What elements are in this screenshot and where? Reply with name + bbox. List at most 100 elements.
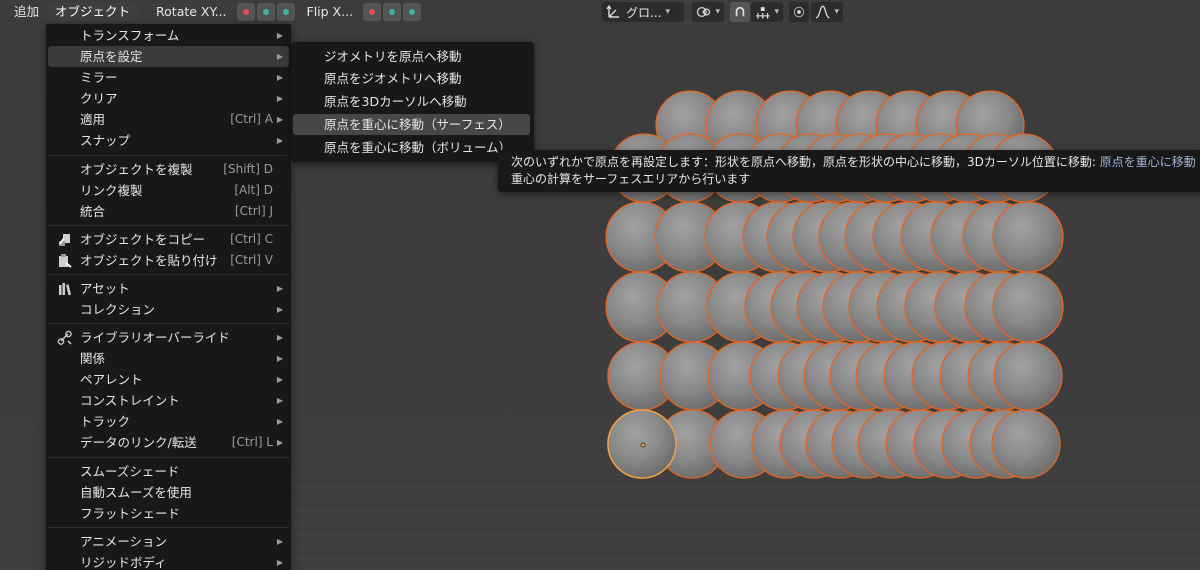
- submenu-arrow-icon: ▶: [276, 417, 283, 426]
- menu-item-mirror[interactable]: ミラー ▶: [48, 67, 289, 88]
- menu-item-rigid-body[interactable]: リジッドボディ ▶: [48, 552, 289, 570]
- menu-item-label: フラットシェード: [80, 506, 181, 521]
- pivot-point-dropdown[interactable]: ▾: [692, 2, 724, 22]
- submenu-item-origin-to-3d-cursor[interactable]: 原点を3Dカーソルへ移動: [293, 91, 530, 112]
- menu-item-label: オブジェクトをコピー: [80, 232, 206, 247]
- shortcut-label: [Ctrl] A: [230, 112, 273, 126]
- menu-separator: [48, 527, 289, 528]
- tooltip-line-1: 次のいずれかで原点を再設定します：形状を原点へ移動，原点を形状の中心に移動，3D…: [511, 154, 1195, 171]
- tooltip-description: 次のいずれかで原点を再設定します：形状を原点へ移動，原点を形状の中心に移動，3D…: [511, 155, 1100, 169]
- submenu-arrow-icon: ▶: [276, 558, 283, 567]
- menu-item-parent[interactable]: ペアレント ▶: [48, 369, 289, 390]
- chevron-down-icon: ▾: [774, 7, 779, 17]
- menu-item-relations[interactable]: 関係 ▶: [48, 348, 289, 369]
- menu-item-label: スナップ: [80, 133, 131, 148]
- snap-target-dropdown[interactable]: ▾: [751, 2, 783, 22]
- submenu-item-label: 原点をジオメトリへ移動: [324, 71, 462, 86]
- menu-item-library-override[interactable]: ライブラリオーバーライド ▶: [48, 327, 289, 348]
- falloff-curve-icon: [815, 5, 830, 19]
- menu-item-label: ペアレント: [80, 372, 143, 387]
- chevron-down-icon: ▾: [834, 7, 839, 17]
- sphere-object[interactable]: [992, 271, 1064, 343]
- axis-z-toggle[interactable]: [276, 3, 295, 21]
- menu-separator: [48, 274, 289, 275]
- menu-item-link-transfer-data[interactable]: データのリンク/転送 [Ctrl] L ▶: [48, 432, 289, 453]
- object-origin-dot: [640, 442, 646, 448]
- orientation-label: グロ...: [626, 5, 662, 20]
- menu-item-track[interactable]: トラック ▶: [48, 411, 289, 432]
- submenu-item-origin-to-center-of-mass-surface[interactable]: 原点を重心に移動（サーフェス）: [293, 114, 530, 135]
- menu-item-apply[interactable]: 適用 [Ctrl] A ▶: [48, 109, 289, 130]
- submenu-arrow-icon: ▶: [276, 354, 283, 363]
- shortcut-label: [Shift] D: [223, 162, 273, 176]
- chevron-down-icon: ▾: [665, 7, 670, 17]
- menu-item-asset[interactable]: アセット ▶: [48, 278, 289, 299]
- magnet-icon: [735, 6, 745, 17]
- menu-item-label: クリア: [80, 91, 118, 106]
- menu-separator: [48, 457, 289, 458]
- submenu-item-label: 原点を重心に移動（サーフェス）: [324, 117, 511, 132]
- menu-item-label: アニメーション: [80, 534, 168, 549]
- menu-item-label: リジッドボディ: [80, 555, 167, 570]
- submenu-item-label: ジオメトリを原点へ移動: [324, 49, 462, 64]
- menu-item-join[interactable]: 統合 [Ctrl] J: [48, 201, 289, 222]
- axis-x-toggle[interactable]: [236, 3, 255, 21]
- orientation-axes-icon: [606, 4, 619, 18]
- menu-item-label: データのリンク/転送: [80, 435, 197, 450]
- object-menu-button[interactable]: オブジェクト: [47, 2, 139, 22]
- menu-item-clear[interactable]: クリア ▶: [48, 88, 289, 109]
- sphere-object[interactable]: [993, 341, 1063, 411]
- menu-item-shade-smooth[interactable]: スムーズシェード: [48, 461, 289, 482]
- menu-item-label: コレクション: [80, 302, 156, 317]
- menu-item-copy-objects[interactable]: オブジェクトをコピー [Ctrl] C: [48, 229, 289, 250]
- submenu-arrow-icon: ▶: [276, 31, 283, 40]
- submenu-arrow-icon: ▶: [276, 73, 283, 82]
- sphere-object[interactable]: [992, 201, 1064, 273]
- menu-item-animation[interactable]: アニメーション ▶: [48, 531, 289, 552]
- menu-separator: [48, 155, 289, 156]
- add-menu-button[interactable]: 追加: [6, 2, 47, 22]
- snap-increment-icon: [755, 7, 770, 19]
- menu-item-duplicate-linked[interactable]: リンク複製 [Alt] D: [48, 180, 289, 201]
- menu-item-label: オブジェクトを複製: [80, 162, 193, 177]
- flip-axis-z-toggle[interactable]: [403, 3, 422, 21]
- menu-item-duplicate[interactable]: オブジェクトを複製 [Shift] D: [48, 159, 289, 180]
- submenu-arrow-icon: ▶: [276, 115, 283, 124]
- menu-item-label: 統合: [80, 204, 106, 219]
- submenu-item-label: 原点を重心に移動（ボリューム）: [324, 140, 512, 155]
- flip-axis-y-toggle[interactable]: [383, 3, 402, 21]
- proportional-editing-icon: [793, 6, 805, 18]
- submenu-item-origin-to-center-of-mass-volume[interactable]: 原点を重心に移動（ボリューム）: [293, 137, 530, 158]
- viewport-header: 追加 オブジェクト Rotate XY... Flip X...: [0, 0, 1200, 24]
- axis-y-toggle[interactable]: [256, 3, 275, 21]
- transform-orientation-dropdown[interactable]: グロ... ▾: [602, 2, 684, 22]
- menu-item-shade-flat[interactable]: フラットシェード: [48, 503, 289, 524]
- menu-item-shade-auto-smooth[interactable]: 自動スムーズを使用: [48, 482, 289, 503]
- submenu-arrow-icon: ▶: [276, 333, 283, 342]
- menu-item-constraint[interactable]: コンストレイント ▶: [48, 390, 289, 411]
- set-origin-submenu: ジオメトリを原点へ移動 原点をジオメトリへ移動 原点を3Dカーソルへ移動 原点を…: [291, 42, 534, 162]
- submenu-arrow-icon: ▶: [276, 284, 283, 293]
- menu-item-transform[interactable]: トランスフォーム ▶: [48, 25, 289, 46]
- tooltip: 次のいずれかで原点を再設定します：形状を原点へ移動，原点を形状の中心に移動，3D…: [498, 150, 1200, 192]
- shortcut-label: [Ctrl] V: [230, 253, 273, 267]
- proportional-editing-toggle[interactable]: [789, 2, 809, 22]
- sphere-object[interactable]: [991, 409, 1061, 479]
- submenu-arrow-icon: ▶: [276, 537, 283, 546]
- menu-item-label: 関係: [80, 351, 106, 366]
- falloff-dropdown[interactable]: ▾: [811, 2, 843, 22]
- rotate-xy-button[interactable]: Rotate XY...: [148, 2, 234, 22]
- menu-item-snap[interactable]: スナップ ▶: [48, 130, 289, 151]
- menu-item-collection[interactable]: コレクション ▶: [48, 299, 289, 320]
- submenu-arrow-icon: ▶: [276, 94, 283, 103]
- shortcut-label: [Ctrl] L: [231, 435, 273, 449]
- flip-axis-x-toggle[interactable]: [363, 3, 382, 21]
- menu-item-set-origin[interactable]: 原点を設定 ▶: [48, 46, 289, 67]
- snap-toggle[interactable]: [730, 2, 750, 22]
- submenu-item-origin-to-geometry[interactable]: 原点をジオメトリへ移動: [293, 68, 530, 89]
- shortcut-label: [Ctrl] C: [230, 232, 273, 246]
- axis-y-dot-icon: [262, 9, 269, 15]
- menu-item-paste-objects[interactable]: オブジェクトを貼り付け [Ctrl] V: [48, 250, 289, 271]
- flip-x-button[interactable]: Flip X...: [299, 2, 362, 22]
- submenu-item-geometry-to-origin[interactable]: ジオメトリを原点へ移動: [293, 46, 530, 67]
